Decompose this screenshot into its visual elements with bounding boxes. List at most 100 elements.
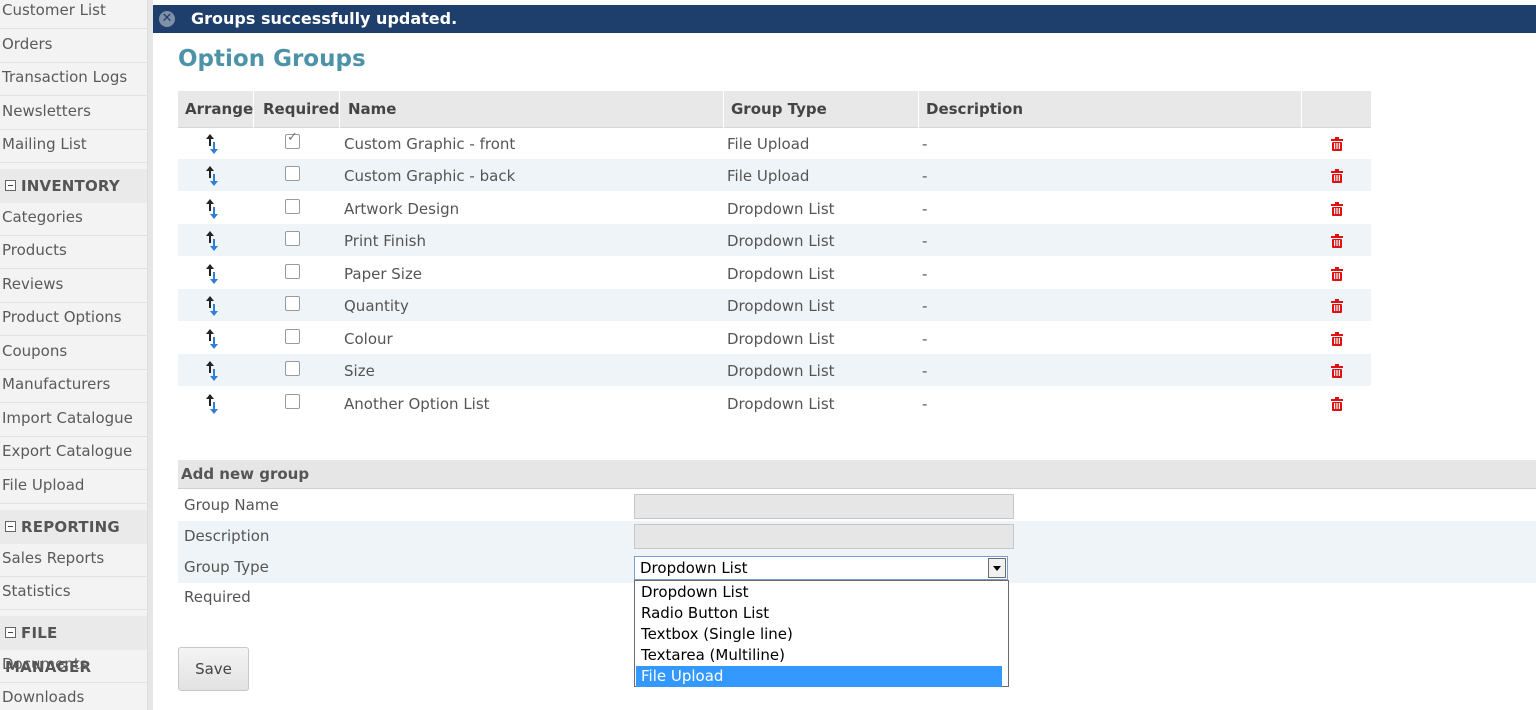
description-cell: - — [922, 200, 928, 218]
group-name-cell[interactable]: Quantity — [344, 289, 409, 321]
required-label: Required — [184, 588, 251, 606]
group-type-select[interactable]: Dropdown List — [634, 556, 1008, 580]
option-textbox-single-line[interactable]: Textbox (Single line) — [636, 624, 1002, 645]
group-name-input[interactable] — [634, 494, 1014, 519]
close-icon[interactable]: ✕ — [159, 11, 175, 27]
collapse-icon — [5, 521, 16, 532]
sidebar-item-transaction-logs[interactable]: Transaction Logs — [0, 63, 147, 96]
arrange-icon[interactable] — [205, 295, 219, 317]
sidebar-item-export-catalogue[interactable]: Export Catalogue — [0, 437, 147, 470]
description-cell: - — [922, 167, 928, 185]
group-name-cell[interactable]: Custom Graphic - back — [344, 159, 515, 191]
sidebar-item-customer-list[interactable]: Customer List — [0, 0, 147, 29]
trash-icon[interactable] — [1331, 137, 1343, 151]
section-label: REPORTING — [21, 518, 120, 536]
sidebar-item-reviews[interactable]: Reviews — [0, 270, 147, 303]
description-cell: - — [922, 265, 928, 283]
trash-icon[interactable] — [1331, 169, 1343, 183]
table-row: Custom Graphic - front File Upload - — [178, 127, 1371, 159]
required-checkbox[interactable] — [285, 166, 300, 181]
required-checkbox[interactable] — [285, 264, 300, 279]
description-cell: - — [922, 297, 928, 315]
arrange-icon[interactable] — [205, 165, 219, 187]
description-cell: - — [922, 362, 928, 380]
trash-icon[interactable] — [1331, 397, 1343, 411]
group-name-cell[interactable]: Artwork Design — [344, 192, 459, 224]
header-group-type: Group Type — [724, 91, 919, 128]
chevron-down-icon[interactable] — [988, 558, 1006, 578]
group-type-cell: Dropdown List — [727, 362, 835, 380]
group-name-label: Group Name — [184, 496, 279, 514]
group-type-cell: File Upload — [727, 167, 810, 185]
section-label: INVENTORY — [21, 177, 120, 195]
group-name-cell[interactable]: Colour — [344, 322, 393, 354]
required-checkbox[interactable] — [285, 296, 300, 311]
required-checkbox[interactable] — [285, 199, 300, 214]
group-type-label: Group Type — [184, 558, 269, 576]
trash-icon[interactable] — [1331, 299, 1343, 313]
option-textarea-multiline[interactable]: Textarea (Multiline) — [636, 645, 1002, 666]
group-type-cell: Dropdown List — [727, 330, 835, 348]
sidebar-item-products[interactable]: Products — [0, 236, 147, 269]
arrange-icon[interactable] — [205, 393, 219, 415]
sidebar-item-file-upload[interactable]: File Upload — [0, 471, 147, 504]
trash-icon[interactable] — [1331, 267, 1343, 281]
group-name-cell[interactable]: Size — [344, 354, 375, 386]
sidebar-item-statistics[interactable]: Statistics — [0, 577, 147, 610]
description-cell: - — [922, 232, 928, 250]
header-actions — [1302, 91, 1371, 128]
arrange-icon[interactable] — [205, 230, 219, 252]
arrange-icon[interactable] — [205, 133, 219, 155]
sidebar-item-newsletters[interactable]: Newsletters — [0, 97, 147, 130]
arrange-icon[interactable] — [205, 198, 219, 220]
sidebar-item-import-catalogue[interactable]: Import Catalogue — [0, 404, 147, 437]
collapse-icon — [5, 180, 16, 191]
collapse-icon — [5, 627, 16, 638]
description-label: Description — [184, 527, 270, 545]
sidebar-item-sales-reports[interactable]: Sales Reports — [0, 544, 147, 577]
sidebar-item-mailing-list[interactable]: Mailing List — [0, 130, 147, 163]
trash-icon[interactable] — [1331, 234, 1343, 248]
group-name-cell[interactable]: Another Option List — [344, 387, 490, 419]
sidebar-section-reporting[interactable]: REPORTING — [0, 510, 147, 544]
required-checkbox[interactable] — [285, 329, 300, 344]
save-button[interactable]: Save — [178, 647, 249, 691]
required-checkbox[interactable] — [285, 394, 300, 409]
success-notification: ✕ Groups successfully updated. — [153, 5, 1536, 33]
option-dropdown-list[interactable]: Dropdown List — [636, 582, 1002, 603]
sidebar-item-coupons[interactable]: Coupons — [0, 337, 147, 370]
table-row: Size Dropdown List - — [178, 354, 1371, 386]
sidebar-item-categories[interactable]: Categories — [0, 203, 147, 236]
sidebar-item-product-options[interactable]: Product Options — [0, 303, 147, 336]
sidebar-section-inventory[interactable]: INVENTORY — [0, 169, 147, 203]
trash-icon[interactable] — [1331, 364, 1343, 378]
group-type-value: Dropdown List — [640, 559, 748, 577]
group-type-cell: File Upload — [727, 135, 810, 153]
required-checkbox[interactable] — [285, 361, 300, 376]
arrange-icon[interactable] — [205, 328, 219, 350]
sidebar-item-documents[interactable]: Documents — [0, 650, 147, 683]
table-row: Colour Dropdown List - — [178, 322, 1371, 354]
group-name-cell[interactable]: Print Finish — [344, 224, 426, 256]
sidebar-item-manufacturers[interactable]: Manufacturers — [0, 370, 147, 403]
description-input[interactable] — [634, 524, 1014, 549]
required-checkbox[interactable] — [285, 130, 300, 149]
option-file-upload[interactable]: File Upload — [636, 666, 1002, 687]
arrange-icon[interactable] — [205, 263, 219, 285]
table-row: Paper Size Dropdown List - — [178, 257, 1371, 289]
add-group-heading: Add new group — [178, 460, 1536, 489]
arrange-icon[interactable] — [205, 360, 219, 382]
option-radio-button-list[interactable]: Radio Button List — [636, 603, 1002, 624]
sidebar-item-orders[interactable]: Orders — [0, 30, 147, 63]
sidebar-section-file-manager[interactable]: FILE MANAGER — [0, 616, 147, 676]
trash-icon[interactable] — [1331, 202, 1343, 216]
sidebar-item-downloads[interactable]: Downloads — [0, 683, 147, 710]
group-name-cell[interactable]: Paper Size — [344, 257, 422, 289]
table-row: Another Option List Dropdown List - — [178, 387, 1371, 419]
notification-message: Groups successfully updated. — [191, 9, 458, 28]
required-checkbox[interactable] — [285, 231, 300, 246]
group-name-cell[interactable]: Custom Graphic - front — [344, 127, 515, 159]
table-row: Artwork Design Dropdown List - — [178, 192, 1371, 224]
group-type-cell: Dropdown List — [727, 297, 835, 315]
trash-icon[interactable] — [1331, 332, 1343, 346]
